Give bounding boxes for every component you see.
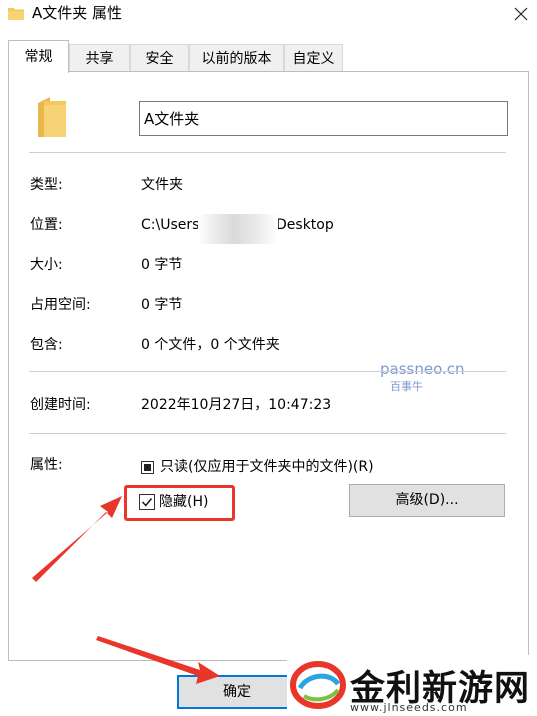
- location-value-end: Desktop: [276, 217, 334, 233]
- divider: [29, 433, 506, 434]
- redacted-path: [198, 214, 278, 244]
- window-title: A文件夹 属性: [32, 4, 123, 22]
- created-label: 创建时间:: [30, 397, 91, 413]
- tab-customize[interactable]: 自定义: [284, 44, 343, 72]
- divider: [29, 152, 506, 153]
- created-value: 2022年10月27日，10:47:23: [141, 397, 332, 413]
- watermark-text: passneo.cn: [380, 360, 465, 378]
- contains-value: 0 个文件，0 个文件夹: [141, 337, 280, 353]
- attributes-label: 属性:: [30, 457, 63, 473]
- tab-security[interactable]: 安全: [130, 44, 189, 72]
- size-on-disk-label: 占用空间:: [30, 297, 91, 313]
- folder-large-icon: [38, 97, 66, 137]
- ok-button[interactable]: 确定: [177, 675, 297, 709]
- size-value: 0 字节: [141, 257, 183, 273]
- folder-name-input[interactable]: [139, 101, 508, 136]
- tab-previous-versions[interactable]: 以前的版本: [189, 44, 284, 72]
- size-label: 大小:: [30, 257, 63, 273]
- close-icon: [514, 7, 528, 21]
- type-label: 类型:: [30, 177, 63, 193]
- tab-sharing[interactable]: 共享: [69, 44, 130, 72]
- brand-url: www.jlnseeds.com: [350, 701, 468, 714]
- watermark-subtext: 百事牛: [390, 380, 423, 393]
- contains-label: 包含:: [30, 337, 63, 353]
- location-label: 位置:: [30, 217, 63, 233]
- advanced-button[interactable]: 高级(D)...: [349, 484, 505, 517]
- readonly-label[interactable]: 只读(仅应用于文件夹中的文件)(R): [160, 458, 374, 476]
- folder-icon: [8, 8, 24, 20]
- location-value: C:\Users: [141, 217, 200, 233]
- divider: [29, 371, 506, 372]
- brand-logo-icon: [290, 661, 346, 709]
- readonly-checkbox[interactable]: [141, 461, 154, 474]
- type-value: 文件夹: [141, 177, 183, 193]
- close-button[interactable]: [505, 0, 537, 28]
- tab-general[interactable]: 常规: [8, 40, 69, 73]
- size-on-disk-value: 0 字节: [141, 297, 183, 313]
- highlight-box: [124, 485, 235, 521]
